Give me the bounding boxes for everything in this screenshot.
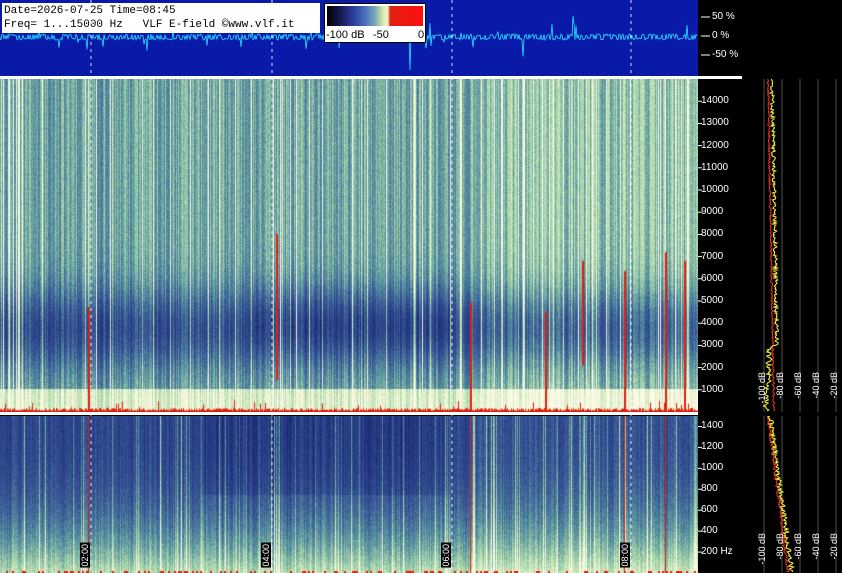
frequency-tick-label: 6000	[701, 272, 724, 284]
db-tick-label: -100 dB	[757, 533, 767, 565]
db-tick-label: -20 dB	[829, 533, 839, 560]
waveform-pct-ticks	[701, 16, 710, 56]
db-tick-label: -60 dB	[793, 372, 803, 399]
vlf-spectrogram-view: Date=2026-07-25 Time=08:45 Freq= 1...1500…	[0, 0, 842, 573]
db-tick-label: -40 dB	[811, 372, 821, 399]
frequency-tick-label: 13000	[701, 117, 729, 129]
frequency-tick-label: 800	[701, 483, 718, 495]
frequency-tick-label: 1200	[701, 441, 724, 453]
db-tick-label: -40 dB	[811, 533, 821, 560]
waveform-pct-neg50: -50 %	[712, 49, 739, 60]
db-tick-label: -80 dB	[775, 372, 785, 399]
time-tick-label: 08:00	[620, 543, 630, 568]
frequency-tick-label: 400	[701, 525, 718, 537]
db-tick-label: -60 dB	[793, 533, 803, 560]
frequency-tick-label: 1000	[701, 462, 724, 474]
spectrum-profile-upper	[762, 79, 837, 412]
frequency-tick-label: 5000	[701, 295, 724, 306]
frequency-tick-label: 2000	[701, 361, 724, 373]
frequency-tick-label: 1400	[701, 420, 724, 432]
time-tick-label: 06:00	[441, 543, 451, 568]
frequency-tick-label: 1000	[701, 383, 724, 395]
frequency-tick-label: 11000	[701, 161, 729, 173]
time-tick-label: 02:00	[80, 543, 90, 568]
frequency-tick-label: 600	[701, 504, 718, 516]
frequency-tick-label: 10000	[701, 184, 729, 195]
db-tick-label: -100 dB	[757, 372, 767, 404]
waveform-pct-50: 50 %	[712, 11, 735, 22]
frequency-tick-label: 12000	[701, 139, 729, 151]
db-tick-label: -20 dB	[829, 372, 839, 399]
db-tick-label: -80 dB	[775, 533, 785, 560]
frequency-tick-label: 14000	[701, 95, 729, 107]
frequency-tick-label: 7000	[701, 250, 724, 262]
frequency-tick-label: 3000	[701, 339, 724, 351]
time-tick-label: 04:00	[261, 543, 271, 568]
frequency-tick-label: 8000	[701, 228, 724, 240]
frequency-tick-label: 4000	[701, 317, 724, 329]
waveform-pct-0: 0 %	[712, 30, 730, 41]
frequency-tick-label: 200 Hz	[701, 546, 733, 558]
time-grid	[90, 0, 632, 573]
frequency-tick-label: 9000	[701, 206, 724, 218]
